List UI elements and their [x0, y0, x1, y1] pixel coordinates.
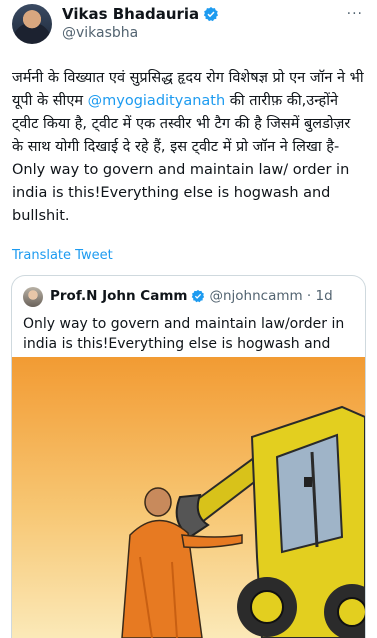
author-name[interactable]: Vikas Bhadauria	[62, 5, 199, 23]
more-options-icon[interactable]: ···	[347, 6, 363, 22]
author-name-row: Vikas Bhadauria	[62, 5, 219, 23]
tweet-header: Vikas Bhadauria @vikasbha ···	[12, 4, 367, 48]
quoted-author-avatar	[23, 287, 43, 307]
author-handle[interactable]: @vikasbha	[62, 25, 138, 41]
quoted-author-name: Prof.N John Camm	[50, 288, 188, 304]
quoted-tweet[interactable]: Prof.N John Camm @njohncamm · 1d Only wa…	[11, 275, 366, 638]
verified-badge-icon	[192, 289, 205, 303]
author-avatar[interactable]	[12, 4, 52, 44]
translate-tweet-link[interactable]: Translate Tweet	[12, 248, 113, 263]
quoted-author-row: Prof.N John Camm @njohncamm · 1d	[50, 288, 333, 304]
cartoon-image[interactable]	[12, 357, 365, 638]
quoted-handle-time: @njohncamm · 1d	[209, 288, 333, 304]
tweet-text-after: की तारीफ़ की,उन्होंने ट्वीट किया है, ट्व…	[12, 93, 351, 224]
verified-badge-icon	[204, 7, 219, 22]
tweet-text: जर्मनी के विख्यात एवं सुप्रसिद्ध हृदय रो…	[12, 67, 364, 228]
mention-link[interactable]: @myogiadityanath	[88, 93, 226, 109]
